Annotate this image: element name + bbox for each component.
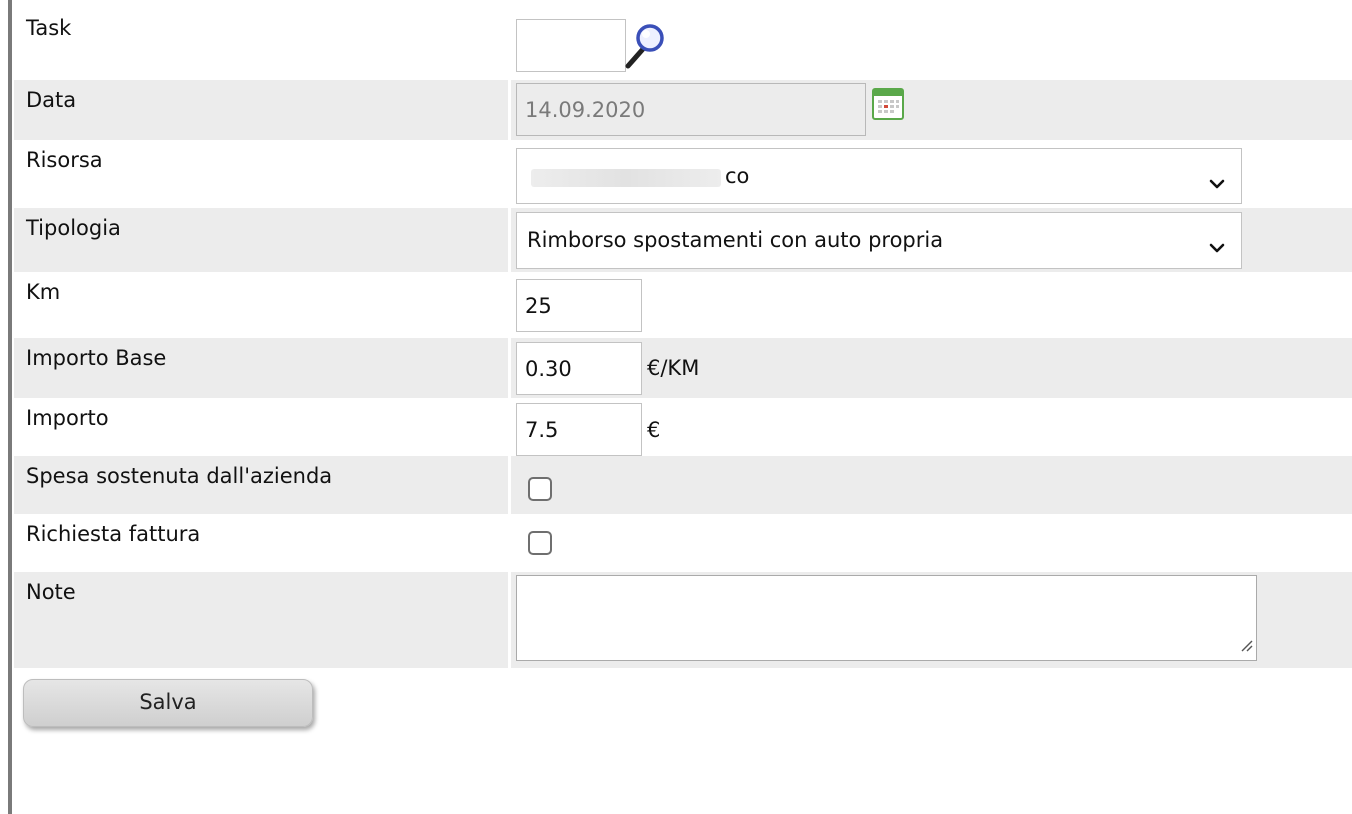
row-data: Data <box>14 80 1352 140</box>
row-spesa-azienda: Spesa sostenuta dall'azienda <box>14 456 1352 514</box>
task-input[interactable] <box>516 19 626 72</box>
spesa-azienda-label: Spesa sostenuta dall'azienda <box>26 464 333 488</box>
note-label: Note <box>26 580 76 604</box>
km-input[interactable] <box>516 279 642 332</box>
importo-base-unit: €/KM <box>647 356 700 380</box>
importo-unit: € <box>647 418 661 442</box>
note-textarea[interactable] <box>516 575 1257 661</box>
row-richiesta-fattura: Richiesta fattura <box>14 514 1352 572</box>
richiesta-fattura-label: Richiesta fattura <box>26 522 201 546</box>
risorsa-label: Risorsa <box>26 148 103 172</box>
data-label: Data <box>26 88 77 112</box>
importo-input[interactable] <box>516 403 642 456</box>
row-tipologia: Tipologia Rimborso spostamenti con auto … <box>14 208 1352 272</box>
date-input <box>516 83 866 136</box>
row-importo: Importo € <box>14 398 1352 456</box>
row-task: Task <box>14 8 1352 80</box>
chevron-down-icon <box>1209 235 1225 259</box>
importo-base-input[interactable] <box>516 342 642 395</box>
tipologia-select[interactable]: Rimborso spostamenti con auto propria <box>516 212 1242 269</box>
risorsa-select[interactable]: co <box>516 148 1242 204</box>
tipologia-label: Tipologia <box>26 216 121 240</box>
importo-base-label: Importo Base <box>26 346 167 370</box>
row-importo-base: Importo Base €/KM <box>14 338 1352 398</box>
calendar-icon[interactable] <box>872 88 904 125</box>
risorsa-selected: co <box>725 164 750 188</box>
row-km: Km <box>14 272 1352 338</box>
search-icon[interactable] <box>624 20 666 75</box>
left-border <box>8 0 12 814</box>
save-button[interactable]: Salva <box>23 679 313 727</box>
redacted-name <box>531 169 721 187</box>
row-note: Note <box>14 572 1352 668</box>
row-risorsa: Risorsa co <box>14 140 1352 208</box>
chevron-down-icon <box>1209 171 1225 195</box>
resize-grip-icon[interactable] <box>1241 633 1253 657</box>
km-label: Km <box>26 280 61 304</box>
task-label: Task <box>26 16 72 40</box>
tipologia-selected: Rimborso spostamenti con auto propria <box>527 228 944 252</box>
richiesta-fattura-checkbox[interactable] <box>528 531 552 555</box>
spesa-azienda-checkbox[interactable] <box>528 477 552 501</box>
importo-label: Importo <box>26 406 109 430</box>
